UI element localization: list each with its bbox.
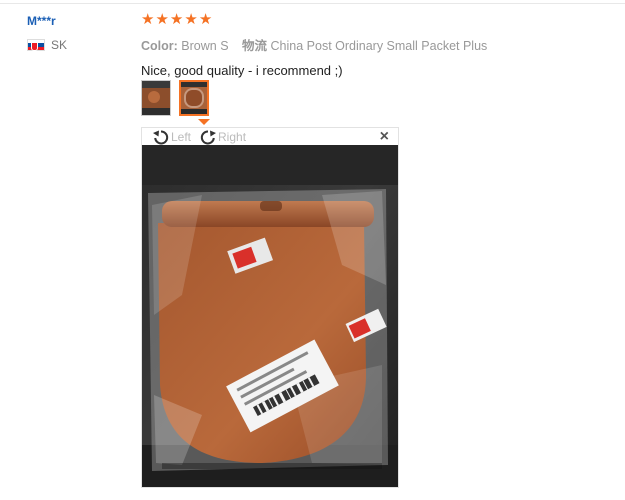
rotate-right-label: Right xyxy=(218,129,247,144)
rotate-left-icon xyxy=(153,129,169,144)
review-photo xyxy=(142,145,398,487)
reviewer-name: M***r xyxy=(27,14,56,28)
order-info: Color: Brown S 物流 China Post Ordinary Sm… xyxy=(141,35,601,54)
rotate-right-icon xyxy=(200,129,217,144)
shipping-value: China Post Ordinary Small Packet Plus xyxy=(270,39,488,53)
color-label: Color: xyxy=(141,39,178,53)
divider xyxy=(0,3,625,4)
review-image-thumbnail[interactable] xyxy=(141,80,171,116)
star-icon: ★ xyxy=(169,11,184,28)
star-icon: ★ xyxy=(141,11,155,28)
product-photo-image xyxy=(142,145,398,487)
shipping-label: 物流 xyxy=(242,39,268,53)
thumbnail-pointer-icon xyxy=(198,119,210,125)
star-icon: ★ xyxy=(155,11,169,28)
rotate-right-button[interactable]: Right xyxy=(199,129,246,145)
reviewer-country: SK xyxy=(27,38,67,52)
slovakia-flag-icon xyxy=(27,39,45,51)
review-text: Nice, good quality - i recommend ;) xyxy=(141,63,343,78)
review-content: ★ ★ ★ ★ ★ Color: Brown S 物流 China Post O… xyxy=(141,12,601,78)
rotate-left-label: Left xyxy=(171,129,192,144)
rotate-left-button[interactable]: Left xyxy=(152,129,191,145)
color-value: Brown S xyxy=(181,39,229,53)
star-icon: ★ xyxy=(198,11,213,28)
star-icon: ★ xyxy=(184,11,198,28)
reviewer-info: M***r SK xyxy=(27,14,67,52)
review-image-thumbnail-active[interactable] xyxy=(179,80,209,116)
star-rating: ★ ★ ★ ★ ★ xyxy=(141,12,601,27)
close-icon[interactable]: × xyxy=(380,129,389,145)
image-viewer: Left Right × xyxy=(141,127,399,488)
viewer-toolbar: Left Right × xyxy=(142,128,398,145)
review-thumbnails xyxy=(141,80,209,116)
country-code: SK xyxy=(51,38,68,52)
